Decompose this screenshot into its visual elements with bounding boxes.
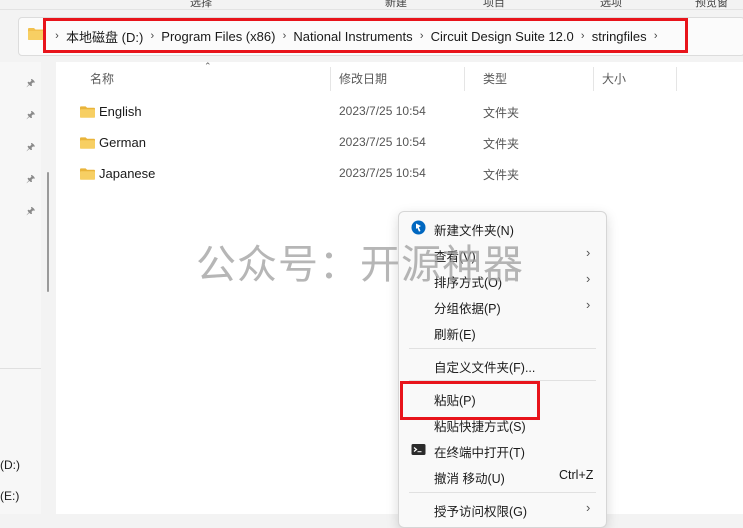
nav-drive-d[interactable]: (D:) (0, 458, 20, 472)
file-date: 2023/7/25 10:54 (339, 104, 426, 118)
column-date[interactable]: 修改日期 (339, 70, 387, 87)
chevron-right-icon: › (586, 271, 591, 286)
toolbar-fragment[interactable]: 项目 (483, 0, 505, 10)
chevron-right-icon[interactable]: › (275, 30, 293, 42)
sort-up-icon: ⌃ (204, 61, 212, 71)
menu-item-label: 撤消 移动(U) (434, 472, 505, 486)
breadcrumb-item[interactable]: Circuit Design Suite 12.0 (431, 29, 574, 44)
pin-icon[interactable]: 🖈 (26, 108, 37, 121)
terminal-icon (411, 444, 426, 455)
chevron-right-icon[interactable]: › (647, 30, 665, 42)
column-type[interactable]: 类型 (483, 70, 507, 87)
folder-icon (80, 168, 95, 180)
menu-item-shortcut: Ctrl+Z (559, 468, 594, 482)
pin-icon[interactable]: 🖈 (26, 76, 37, 89)
column-divider[interactable] (464, 67, 465, 91)
menu-separator (409, 492, 596, 493)
menu-item-label: 授予访问权限(G) (434, 505, 528, 519)
menu-item-paste-shortcut[interactable]: 粘贴快捷方式(S) (399, 411, 606, 437)
menu-item-paste[interactable]: 粘贴(P) (399, 385, 606, 411)
menu-item-label: 分组依据(P) (434, 302, 501, 316)
chevron-right-icon[interactable]: › (143, 30, 161, 42)
file-type: 文件夹 (483, 137, 520, 151)
toolbar-fragment[interactable]: 新建 (385, 0, 407, 10)
menu-item-group[interactable]: 分组依据(P) › (399, 293, 606, 319)
chevron-right-icon: › (586, 500, 591, 515)
folder-icon (28, 28, 44, 40)
nav-scrollbar[interactable] (47, 172, 49, 292)
menu-item-open-terminal[interactable]: 在终端中打开(T) (399, 437, 606, 463)
chevron-right-icon: › (586, 245, 591, 260)
file-name: German (99, 135, 146, 150)
pin-icon[interactable]: 🖈 (26, 172, 37, 185)
menu-item-label: 在终端中打开(T) (434, 446, 525, 460)
toolbar-fragment[interactable]: 预览窗 (695, 0, 728, 10)
toolbar-fragment[interactable]: 选择 (190, 0, 212, 10)
toolbar-fragment[interactable]: 选项 (600, 0, 622, 10)
file-row[interactable]: German 2023/7/25 10:54 文件夹 (56, 129, 656, 157)
pin-icon[interactable]: 🖈 (26, 204, 37, 217)
pin-icon[interactable]: 🖈 (26, 140, 37, 153)
column-header: ⌃ 名称 修改日期 类型 大小 (56, 61, 743, 91)
breadcrumb-item[interactable]: National Instruments (293, 29, 412, 44)
folder-icon (80, 106, 95, 118)
breadcrumb-item[interactable]: stringfiles (592, 29, 647, 44)
file-type: 文件夹 (483, 168, 520, 182)
file-type: 文件夹 (483, 106, 520, 120)
file-row[interactable]: English 2023/7/25 10:54 文件夹 (56, 98, 656, 126)
menu-item-grant-access[interactable]: 授予访问权限(G) › (399, 496, 606, 522)
breadcrumb-item[interactable]: Program Files (x86) (161, 29, 275, 44)
file-date: 2023/7/25 10:54 (339, 135, 426, 149)
menu-item-undo-move[interactable]: 撤消 移动(U) Ctrl+Z (399, 463, 606, 489)
nav-drive-e[interactable]: (E:) (0, 489, 19, 503)
menu-item-customize[interactable]: 自定义文件夹(F)... (399, 352, 606, 378)
menu-item-label: 粘贴快捷方式(S) (434, 420, 526, 434)
toolbar-strip: 选择 新建 项目 选项 预览窗 (0, 0, 743, 10)
chevron-right-icon: › (586, 297, 591, 312)
chevron-right-icon[interactable]: › (574, 30, 592, 42)
menu-separator (409, 348, 596, 349)
column-name[interactable]: 名称 (90, 70, 114, 87)
menu-item-refresh[interactable]: 刷新(E) (399, 319, 606, 345)
file-date: 2023/7/25 10:54 (339, 166, 426, 180)
chevron-right-icon[interactable]: › (48, 30, 66, 42)
breadcrumb: › 本地磁盘 (D:) › Program Files (x86) › Nati… (48, 25, 665, 47)
navigation-pane (0, 62, 41, 514)
watermark-text: 公众号：开源神器 (196, 242, 524, 288)
menu-item-label: 自定义文件夹(F)... (434, 361, 536, 375)
menu-item-label: 刷新(E) (434, 328, 476, 342)
column-size[interactable]: 大小 (602, 70, 626, 87)
folder-icon (80, 137, 95, 149)
column-divider[interactable] (676, 67, 677, 91)
nav-divider (0, 368, 41, 369)
column-divider[interactable] (330, 67, 331, 91)
menu-item-label: 粘贴(P) (434, 394, 476, 408)
file-row[interactable]: Japanese 2023/7/25 10:54 文件夹 (56, 160, 656, 188)
file-name: Japanese (99, 166, 156, 181)
chevron-right-icon[interactable]: › (413, 30, 431, 42)
breadcrumb-item[interactable]: 本地磁盘 (D:) (66, 27, 143, 46)
column-divider[interactable] (593, 67, 594, 91)
menu-separator (409, 380, 596, 381)
file-name: English (99, 104, 142, 119)
